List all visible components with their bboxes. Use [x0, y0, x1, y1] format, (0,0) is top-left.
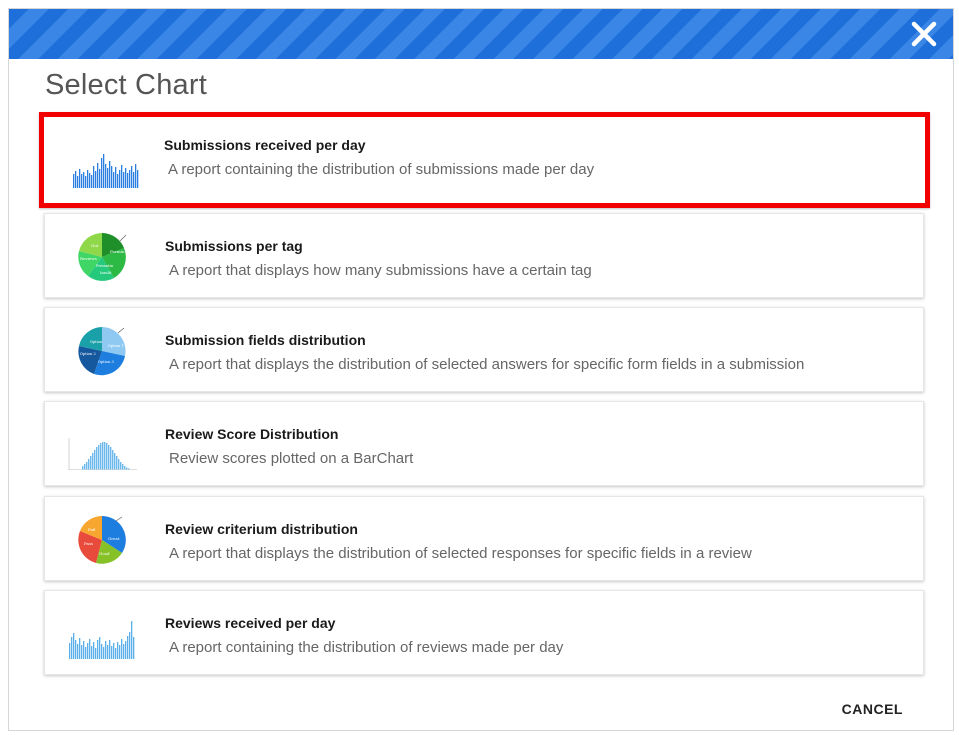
chart-option-name: Review Score Distribution — [165, 426, 339, 442]
chart-option-description: A report containing the distribution of … — [169, 639, 564, 656]
pie-label: Gut — [91, 243, 99, 248]
pie-label: Presentin — [96, 264, 114, 268]
pie-chart-icon: Great Good Pass Fail — [78, 516, 126, 564]
chart-option-reviews-per-day[interactable]: Reviews received per day A report contai… — [44, 590, 924, 675]
pie-label: Good — [99, 551, 110, 556]
chart-option-name: Submission fields distribution — [165, 332, 366, 348]
select-chart-dialog: Select Chart Submissions received per da… — [8, 8, 954, 731]
chart-option-review-score-distribution[interactable]: Review Score Distribution Review scores … — [44, 401, 924, 486]
dialog-title: Select Chart — [45, 69, 207, 101]
chart-option-submission-fields-distribution[interactable]: Option 1 Option Option 2 Option 3 Submis… — [44, 307, 924, 392]
pie-chart-icon: Formin Gut Reviews Presentin Insulit — [78, 233, 127, 281]
chart-option-description: A report that displays how many submissi… — [169, 262, 592, 279]
close-button[interactable] — [905, 15, 943, 53]
chart-option-submissions-per-tag[interactable]: Formin Gut Reviews Presentin Insulit Sub… — [44, 213, 924, 298]
chart-option-name: Reviews received per day — [165, 615, 336, 631]
pie-label: Option — [90, 340, 103, 344]
dialog-header — [9, 9, 953, 59]
pie-label: Formin — [110, 249, 125, 254]
chart-option-description: A report containing the distribution of … — [168, 161, 595, 178]
pie-label: Fail — [88, 527, 96, 532]
cancel-button[interactable]: CANCEL — [842, 701, 903, 717]
pie-label: Option 1 — [108, 344, 124, 348]
chart-option-submissions-per-day[interactable]: Submissions received per day A report co… — [39, 112, 930, 208]
histogram-icon — [68, 438, 137, 470]
chart-option-description: A report that displays the distribution … — [169, 545, 752, 562]
pie-label: Option 3 — [98, 360, 114, 364]
pie-chart-icon: Option 1 Option Option 2 Option 3 — [78, 327, 126, 376]
bar-chart-icon — [69, 621, 135, 659]
bar-chart-icon — [73, 154, 139, 188]
pie-label: Option 2 — [80, 352, 96, 356]
pie-label: Great — [108, 536, 120, 541]
chart-option-description: Review scores plotted on a BarChart — [169, 450, 414, 467]
chart-option-description: A report that displays the distribution … — [169, 356, 805, 373]
chart-option-name: Submissions received per day — [164, 137, 366, 153]
chart-option-name: Review criterium distribution — [165, 521, 358, 537]
chart-option-review-criterium-distribution[interactable]: Great Good Pass Fail Review criterium di… — [44, 496, 924, 581]
chart-option-name: Submissions per tag — [165, 238, 303, 254]
close-icon — [911, 21, 937, 47]
pie-label: Pass — [84, 541, 93, 546]
pie-label: Reviews — [80, 256, 97, 261]
pie-label: Insulit — [100, 271, 112, 275]
